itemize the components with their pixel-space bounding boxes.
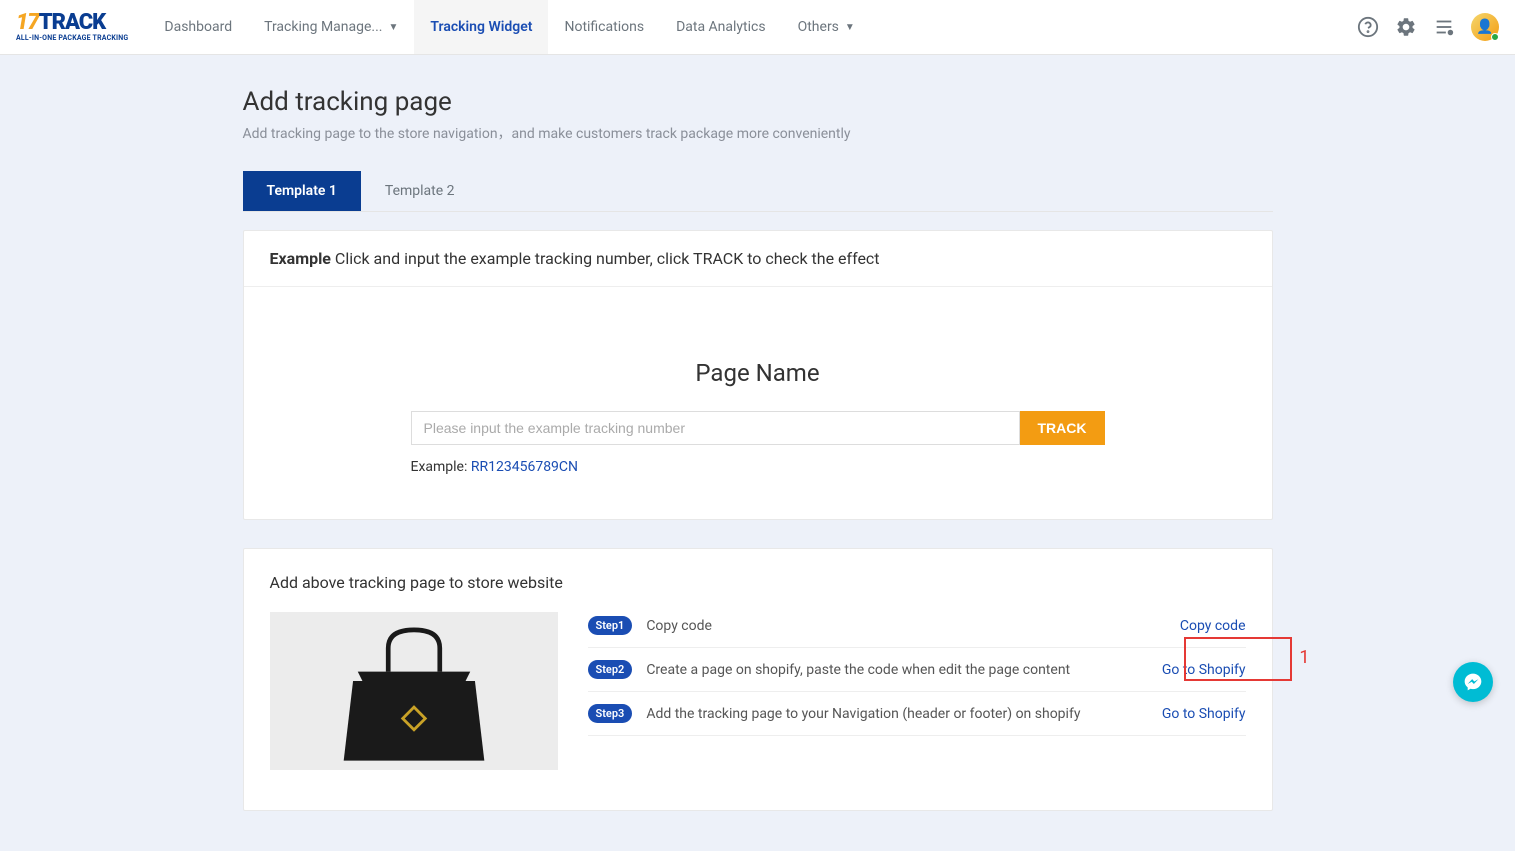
annotation-number: 1 <box>1299 647 1309 668</box>
step-row-2: Step2 Create a page on shopify, paste th… <box>588 648 1246 692</box>
nav-label: Others <box>798 19 839 35</box>
example-number[interactable]: RR123456789CN <box>471 459 578 475</box>
nav-notifications[interactable]: Notifications <box>548 0 660 54</box>
step-row-3: Step3 Add the tracking page to your Navi… <box>588 692 1246 736</box>
example-body: Page Name TRACK Example: RR123456789CN <box>244 287 1272 519</box>
logo-track: TRACK <box>39 10 106 35</box>
go-to-shopify-link[interactable]: Go to Shopify <box>1162 662 1246 678</box>
step-badge: Step3 <box>588 704 633 723</box>
nav-tracking-widget[interactable]: Tracking Widget <box>414 0 548 54</box>
tracking-input[interactable] <box>411 411 1020 445</box>
example-card: Example Click and input the example trac… <box>243 230 1273 520</box>
help-icon[interactable] <box>1357 16 1379 38</box>
nav-others[interactable]: Others ▼ <box>782 0 871 54</box>
chevron-down-icon: ▼ <box>845 22 855 33</box>
nav-label: Tracking Manage... <box>264 19 382 35</box>
step-row-1: Step1 Copy code Copy code <box>588 612 1246 648</box>
tabs: Template 1 Template 2 <box>243 171 1273 212</box>
step-badge: Step2 <box>588 660 633 679</box>
track-button[interactable]: TRACK <box>1020 411 1105 445</box>
nav-data-analytics[interactable]: Data Analytics <box>660 0 782 54</box>
step-text: Create a page on shopify, paste the code… <box>646 662 1162 678</box>
copy-code-link[interactable]: Copy code <box>1180 618 1246 634</box>
product-image <box>270 612 558 770</box>
example-strong: Example <box>270 249 331 268</box>
step-text: Copy code <box>646 618 1180 634</box>
nav-tracking-manage[interactable]: Tracking Manage... ▼ <box>248 0 414 54</box>
page-title: Add tracking page <box>243 87 1273 117</box>
step-badge: Step1 <box>588 616 633 635</box>
list-icon[interactable] <box>1433 16 1455 38</box>
messenger-icon <box>1463 672 1483 692</box>
tab-template-2[interactable]: Template 2 <box>361 171 479 211</box>
steps-body: Step1 Copy code Copy code Step2 Create a… <box>270 612 1246 770</box>
nav: Dashboard Tracking Manage... ▼ Tracking … <box>148 0 870 54</box>
header-right: 👤 <box>1357 13 1499 41</box>
logo-17: 17 <box>16 10 39 35</box>
example-header: Example Click and input the example trac… <box>244 231 1272 287</box>
track-row: TRACK <box>411 411 1105 445</box>
nav-dashboard[interactable]: Dashboard <box>148 0 248 54</box>
go-to-shopify-link[interactable]: Go to Shopify <box>1162 706 1246 722</box>
steps-title: Add above tracking page to store website <box>270 573 1246 592</box>
logo[interactable]: 17TRACK ALL-IN-ONE PACKAGE TRACKING <box>16 12 128 42</box>
gear-icon[interactable] <box>1395 16 1417 38</box>
example-line: Example: RR123456789CN <box>411 459 1105 475</box>
chevron-down-icon: ▼ <box>389 22 399 33</box>
steps-list: Step1 Copy code Copy code Step2 Create a… <box>588 612 1246 770</box>
steps-card: Add above tracking page to store website… <box>243 548 1273 811</box>
step-text: Add the tracking page to your Navigation… <box>646 706 1162 722</box>
example-label: Example: <box>411 459 471 475</box>
page-name-title: Page Name <box>284 359 1232 387</box>
header: 17TRACK ALL-IN-ONE PACKAGE TRACKING Dash… <box>0 0 1515 55</box>
page-subtitle: Add tracking page to the store navigatio… <box>243 123 1273 143</box>
tab-template-1[interactable]: Template 1 <box>243 171 361 211</box>
chat-fab[interactable] <box>1453 662 1493 702</box>
avatar[interactable]: 👤 <box>1471 13 1499 41</box>
handbag-icon <box>314 620 514 770</box>
example-text: Click and input the example tracking num… <box>331 249 880 268</box>
main-content: Add tracking page Add tracking page to t… <box>243 55 1273 851</box>
status-dot <box>1491 33 1499 41</box>
logo-tagline: ALL-IN-ONE PACKAGE TRACKING <box>16 34 128 42</box>
